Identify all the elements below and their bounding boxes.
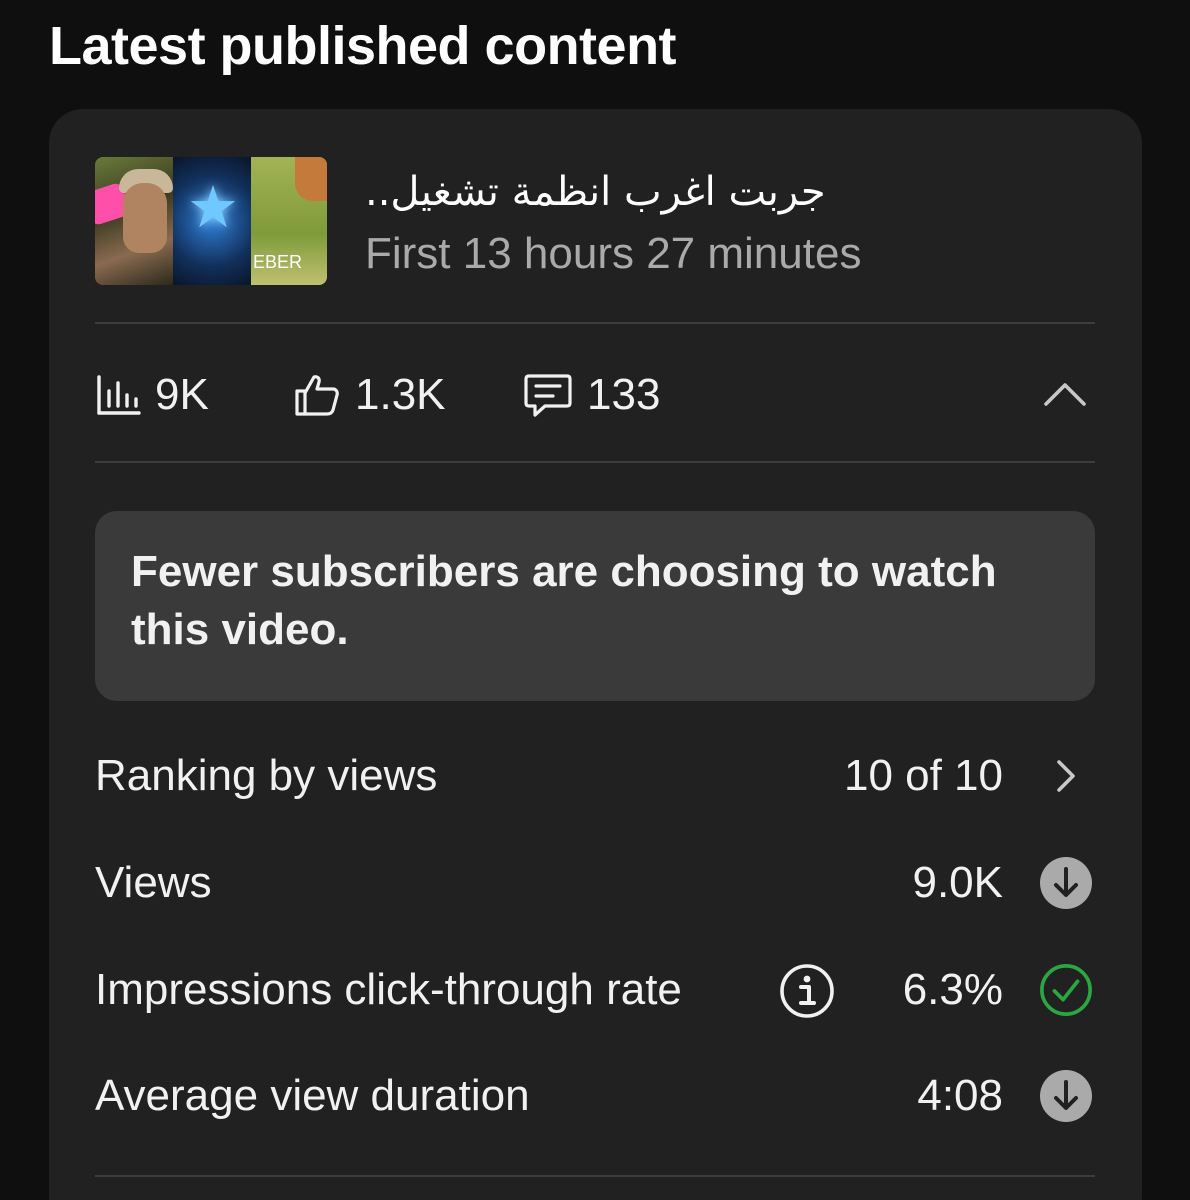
video-thumbnail[interactable]: ★ EBER xyxy=(95,157,327,285)
divider xyxy=(95,322,1095,324)
thumbs-up-icon xyxy=(293,371,341,419)
divider xyxy=(95,1175,1095,1177)
stat-comments: 133 xyxy=(523,355,660,435)
thumbnail-label: EBER xyxy=(253,252,303,272)
info-icon[interactable] xyxy=(779,963,835,1019)
bar-chart-icon xyxy=(95,373,141,417)
video-title[interactable]: جربت اغرب انظمة تشغيل.. xyxy=(365,169,826,215)
metric-row-ctr: Impressions click-through rate 6.3% xyxy=(95,950,1095,1030)
section-title: Latest published content xyxy=(49,16,677,76)
arrow-down-circle-icon xyxy=(1039,856,1093,910)
check-circle-icon xyxy=(1039,963,1093,1017)
thumbnail-panel-person xyxy=(95,157,173,285)
insight-text: Fewer subscribers are choosing to watch … xyxy=(131,547,997,654)
metric-row-ranking[interactable]: Ranking by views 10 of 10 xyxy=(95,736,1095,816)
metric-label: Average view duration xyxy=(95,1071,530,1120)
video-header[interactable]: ★ EBER جربت اغرب انظمة تشغيل.. First 13 … xyxy=(95,157,1095,287)
metric-value: 10 of 10 xyxy=(843,751,1003,800)
video-time-window: First 13 hours 27 minutes xyxy=(365,229,862,278)
thumbnail-panel-text: EBER xyxy=(251,157,327,285)
chevron-up-icon xyxy=(1042,380,1088,413)
stat-views: 9K xyxy=(95,355,209,435)
metric-row-views: Views 9.0K xyxy=(95,843,1095,923)
latest-content-page: Latest published content ★ EBER جربت اغر… xyxy=(0,0,1190,1200)
arrow-down-circle-icon xyxy=(1039,1069,1093,1123)
collapse-button[interactable] xyxy=(1035,371,1095,421)
stats-row: 9K 1.3K 133 xyxy=(95,355,1095,435)
metric-row-avd: Average view duration 4:08 xyxy=(95,1056,1095,1136)
metric-value: 9.0K xyxy=(912,858,1003,907)
likes-count: 1.3K xyxy=(355,370,446,419)
divider xyxy=(95,461,1095,463)
metric-value: 6.3% xyxy=(902,965,1003,1014)
comments-count: 133 xyxy=(587,370,661,419)
chevron-right-icon[interactable] xyxy=(1039,749,1093,803)
comment-icon xyxy=(523,370,573,420)
insight-box: Fewer subscribers are choosing to watch … xyxy=(95,511,1095,701)
thumbnail-panel-star: ★ xyxy=(173,157,251,285)
metric-label: Views xyxy=(95,858,212,907)
metric-value: 4:08 xyxy=(917,1071,1003,1120)
metric-label: Impressions click-through rate xyxy=(95,965,682,1014)
views-count: 9K xyxy=(155,370,209,419)
latest-content-card: ★ EBER جربت اغرب انظمة تشغيل.. First 13 … xyxy=(49,109,1142,1200)
stat-likes: 1.3K xyxy=(293,355,446,435)
metric-label: Ranking by views xyxy=(95,751,438,800)
